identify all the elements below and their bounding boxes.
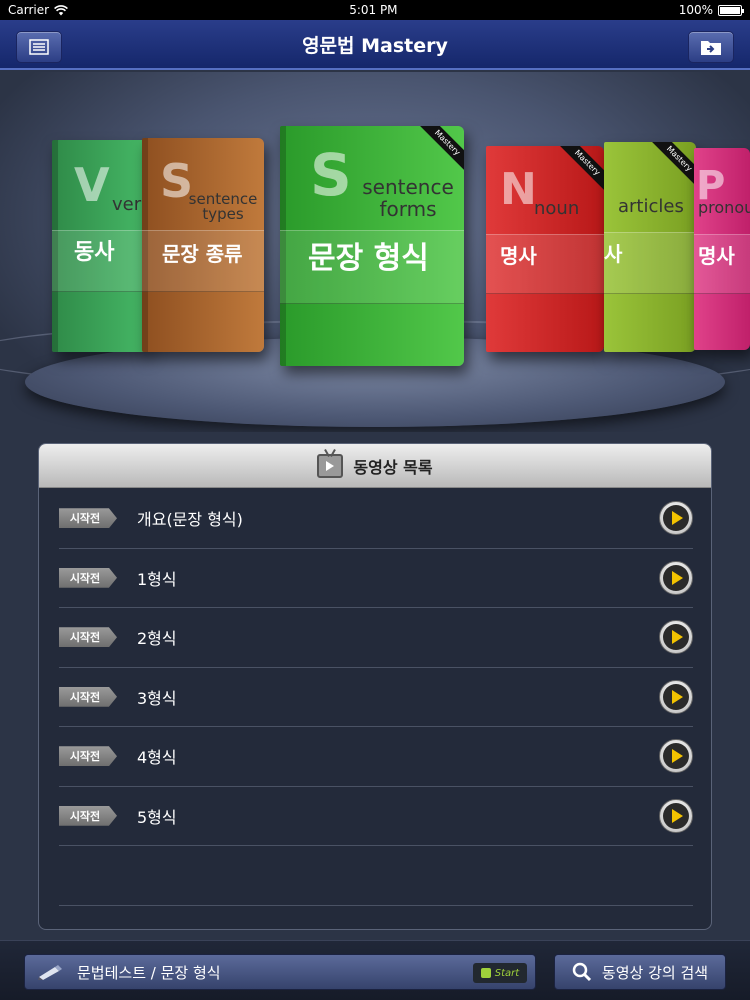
play-button[interactable] — [659, 501, 693, 536]
video-title: 2형식 — [137, 629, 177, 649]
page-title: 영문법 Mastery — [302, 34, 448, 57]
book-ribbon: Mastery — [649, 142, 696, 189]
book-sentence-types[interactable]: S sentence types 문장 종류 — [142, 138, 264, 352]
status-badge: 시작전 — [59, 805, 117, 826]
list-item[interactable]: 시작전 3형식 — [59, 668, 693, 727]
book-verb[interactable]: V verb 동사 — [52, 140, 148, 352]
video-list: 시작전 개요(문장 형식) 시작전 1형식 시작전 2형식 시작전 3형식 시작… — [59, 489, 693, 906]
book-english-title: articles — [618, 196, 684, 217]
book-ribbon: Mastery — [417, 126, 464, 173]
battery-percent: 100% — [678, 3, 713, 17]
video-list-panel: 동영상 목록 시작전 개요(문장 형식) 시작전 1형식 시작전 2형식 시작전… — [38, 443, 712, 930]
nav-bar: 영문법 Mastery — [0, 20, 750, 70]
folder-button[interactable] — [688, 31, 734, 63]
video-search-button[interactable]: 동영상 강의 검색 — [554, 954, 726, 990]
book-korean-title: 명사 — [500, 244, 537, 268]
book-english-title: noun — [534, 198, 580, 219]
book-letter: S — [310, 141, 352, 209]
play-icon — [663, 683, 689, 710]
panel-header: 동영상 목록 — [39, 444, 711, 488]
wifi-icon — [54, 4, 69, 15]
play-icon — [663, 802, 689, 829]
menu-button[interactable] — [16, 31, 62, 63]
battery-icon — [718, 4, 744, 16]
list-item[interactable]: 시작전 2형식 — [59, 608, 693, 668]
book-english-title: pronoun — [698, 198, 750, 217]
book-korean-title: 문장 형식 — [308, 241, 429, 276]
book-letter: V — [74, 158, 110, 212]
book-korean-title: 명사 — [698, 244, 735, 268]
book-articles[interactable]: Mastery articles 사 — [604, 142, 696, 352]
video-search-label: 동영상 강의 검색 — [601, 963, 709, 982]
status-badge: 시작전 — [59, 686, 117, 707]
play-button[interactable] — [659, 620, 693, 655]
book-noun[interactable]: Mastery N noun 명사 — [486, 146, 604, 352]
video-title: 3형식 — [137, 688, 177, 708]
book-english-title: sentence types — [188, 190, 258, 223]
play-icon — [663, 564, 689, 591]
list-item[interactable]: 시작전 4형식 — [59, 727, 693, 787]
bottom-toolbar: 문법테스트 / 문장 형식 Start 동영상 강의 검색 — [0, 940, 750, 1000]
clock: 5:01 PM — [349, 3, 398, 17]
empty-row — [59, 846, 693, 906]
folder-icon — [701, 41, 721, 55]
status-badge: 시작전 — [59, 746, 117, 767]
start-label: Start — [494, 967, 520, 979]
panel-title: 동영상 목록 — [353, 457, 433, 477]
book-korean-title: 동사 — [74, 240, 115, 265]
book-pronoun[interactable]: P pronoun 명사 — [694, 148, 750, 350]
play-button[interactable] — [659, 560, 693, 595]
book-ribbon: Mastery — [557, 146, 604, 193]
video-title: 개요(문장 형식) — [137, 510, 243, 530]
status-badge: 시작전 — [59, 627, 117, 648]
list-icon — [29, 39, 49, 55]
list-item[interactable]: 시작전 1형식 — [59, 549, 693, 608]
play-icon — [663, 505, 689, 532]
grammar-test-label: 문법테스트 / 문장 형식 — [77, 963, 221, 982]
book-sentence-forms[interactable]: Mastery S sentence forms 문장 형식 — [280, 126, 464, 366]
status-badge: 시작전 — [59, 567, 117, 588]
book-letter: N — [500, 164, 537, 215]
status-bar: Carrier 5:01 PM 100% — [0, 0, 750, 20]
list-item[interactable]: 시작전 5형식 — [59, 787, 693, 846]
start-icon — [480, 968, 491, 978]
search-icon — [572, 962, 591, 982]
play-button[interactable] — [659, 798, 693, 833]
video-title: 5형식 — [137, 807, 177, 827]
play-button[interactable] — [659, 739, 693, 774]
play-icon — [663, 743, 689, 770]
start-badge: Start — [473, 963, 527, 983]
carrier-label: Carrier — [8, 3, 50, 17]
list-item[interactable]: 시작전 개요(문장 형식) — [59, 489, 693, 549]
tv-icon — [317, 453, 344, 478]
video-title: 1형식 — [137, 569, 177, 589]
grammar-test-button[interactable]: 문법테스트 / 문장 형식 Start — [24, 954, 536, 990]
book-korean-title: 사 — [604, 242, 623, 266]
book-korean-title: 문장 종류 — [162, 242, 243, 266]
status-badge: 시작전 — [59, 508, 117, 529]
book-english-title: sentence forms — [362, 175, 454, 221]
play-icon — [663, 624, 689, 651]
pencil-icon — [38, 965, 62, 980]
book-carousel[interactable]: V verb 동사 S sentence types 문장 종류 Mastery… — [0, 72, 750, 432]
video-title: 4형식 — [137, 748, 177, 768]
play-button[interactable] — [659, 679, 693, 714]
